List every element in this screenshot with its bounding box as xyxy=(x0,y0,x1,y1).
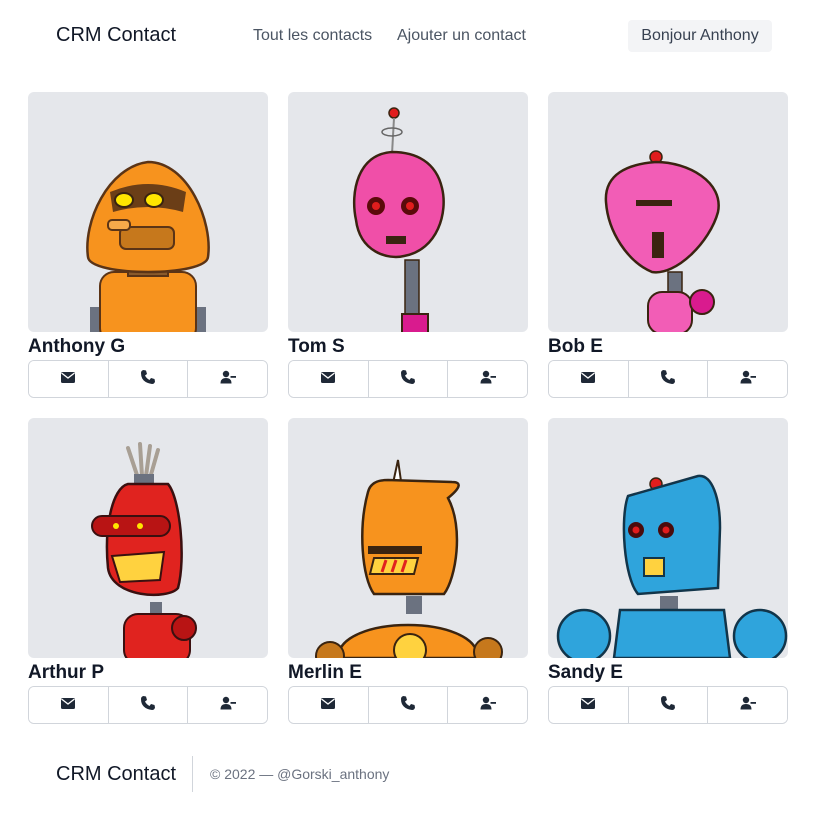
email-button[interactable] xyxy=(29,361,109,397)
call-button[interactable] xyxy=(368,361,449,397)
contact-actions xyxy=(288,686,528,724)
remove-contact-button[interactable] xyxy=(448,687,527,723)
remove-contact-button[interactable] xyxy=(188,687,267,723)
call-button[interactable] xyxy=(368,687,449,723)
remove-contact-button[interactable] xyxy=(708,687,787,723)
contact-name: Anthony G xyxy=(28,336,126,357)
contact-actions xyxy=(28,686,268,724)
robot-avatar xyxy=(288,92,528,332)
robot-avatar xyxy=(28,92,268,332)
robot-avatar xyxy=(288,418,528,658)
envelope-icon xyxy=(321,370,336,388)
remove-contact-button[interactable] xyxy=(448,361,527,397)
footer: CRM Contact © 2022 — @Gorski_anthony xyxy=(0,756,816,792)
phone-icon xyxy=(400,369,416,390)
contact-card: Merlin E xyxy=(288,418,528,724)
user-minus-icon xyxy=(480,370,496,389)
phone-icon xyxy=(660,369,676,390)
user-minus-icon xyxy=(220,370,236,389)
user-minus-icon xyxy=(740,370,756,389)
robot-avatar xyxy=(28,418,268,658)
nav-link-add-contact[interactable]: Ajouter un contact xyxy=(397,27,526,45)
contact-actions xyxy=(288,360,528,398)
contact-actions xyxy=(28,360,268,398)
navbar-brand[interactable]: CRM Contact xyxy=(56,24,176,47)
greeting-badge[interactable]: Bonjour Anthony xyxy=(628,20,772,52)
contact-name: Arthur P xyxy=(28,662,104,683)
envelope-icon xyxy=(61,370,76,388)
contact-name: Merlin E xyxy=(288,662,362,683)
call-button[interactable] xyxy=(108,361,189,397)
robot-avatar xyxy=(548,418,788,658)
contact-card: Bob E xyxy=(548,92,788,398)
contact-name: Bob E xyxy=(548,336,603,357)
email-button[interactable] xyxy=(289,361,369,397)
phone-icon xyxy=(140,369,156,390)
user-minus-icon xyxy=(220,696,236,715)
contact-actions xyxy=(548,686,788,724)
phone-icon xyxy=(140,695,156,716)
email-button[interactable] xyxy=(29,687,109,723)
navbar: CRM Contact Tout les contacts Ajouter un… xyxy=(0,0,816,72)
contact-card: Arthur P xyxy=(28,418,268,724)
contact-card: Sandy E xyxy=(548,418,788,724)
contact-actions xyxy=(548,360,788,398)
call-button[interactable] xyxy=(628,361,709,397)
contact-name: Sandy E xyxy=(548,662,623,683)
envelope-icon xyxy=(321,696,336,714)
envelope-icon xyxy=(581,370,596,388)
call-button[interactable] xyxy=(108,687,189,723)
user-minus-icon xyxy=(740,696,756,715)
footer-copyright: © 2022 — @Gorski_anthony xyxy=(210,766,390,782)
user-minus-icon xyxy=(480,696,496,715)
contact-card: Anthony G xyxy=(28,92,268,398)
call-button[interactable] xyxy=(628,687,709,723)
footer-divider xyxy=(192,756,193,792)
robot-avatar xyxy=(548,92,788,332)
email-button[interactable] xyxy=(289,687,369,723)
remove-contact-button[interactable] xyxy=(188,361,267,397)
phone-icon xyxy=(400,695,416,716)
remove-contact-button[interactable] xyxy=(708,361,787,397)
email-button[interactable] xyxy=(549,687,629,723)
envelope-icon xyxy=(581,696,596,714)
footer-brand[interactable]: CRM Contact xyxy=(56,763,176,786)
envelope-icon xyxy=(61,696,76,714)
contact-name: Tom S xyxy=(288,336,345,357)
email-button[interactable] xyxy=(549,361,629,397)
nav-link-all-contacts[interactable]: Tout les contacts xyxy=(253,27,372,45)
contact-card: Tom S xyxy=(288,92,528,398)
phone-icon xyxy=(660,695,676,716)
